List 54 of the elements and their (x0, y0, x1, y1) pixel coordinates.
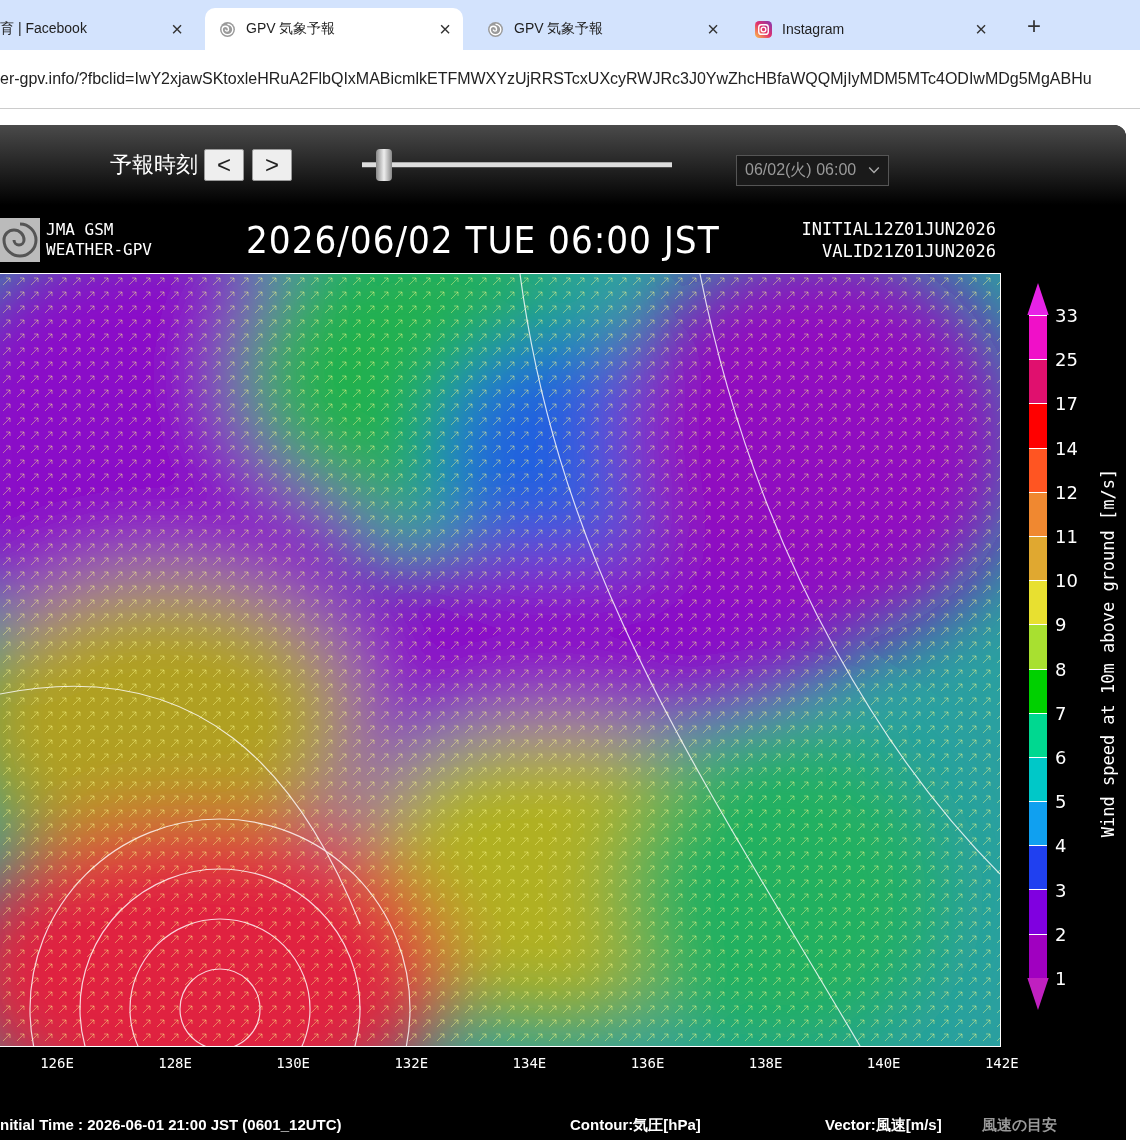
longitude-label: 134E (512, 1055, 547, 1071)
slider-thumb[interactable] (375, 149, 392, 181)
forecast-time-label: 予報時刻 (110, 151, 198, 179)
colorbar-tick-label: 4 (1055, 834, 1067, 856)
browser-tab[interactable]: GPV 気象予報 × (473, 8, 731, 50)
model-label: WEATHER-GPV (46, 240, 153, 260)
map-datetime: 2026/06/02 TUE 06:00 JST (246, 218, 721, 262)
longitude-label: 142E (984, 1055, 1019, 1071)
colorbar-tick-label: 25 (1055, 348, 1078, 370)
longitude-label: 132E (394, 1055, 429, 1071)
browser-tab[interactable]: Instagram × (741, 8, 999, 50)
swirl-icon (487, 20, 504, 38)
vector-legend: Vector:風速[m/s] (825, 1116, 942, 1135)
initial-time-code: INITIAL12Z01JUN2026 (801, 218, 996, 240)
colorbar-tick-label: 8 (1055, 658, 1067, 680)
colorbar-tick-label: 2 (1055, 923, 1067, 945)
previous-button[interactable]: < (204, 149, 244, 181)
longitude-label: 136E (630, 1055, 665, 1071)
contour-legend: Contour:気圧[hPa] (570, 1116, 701, 1135)
wind-guide-link[interactable]: 風速の目安 (982, 1116, 1057, 1135)
colorbar-tick-label: 14 (1055, 437, 1078, 459)
close-tab-button[interactable]: × (975, 17, 987, 41)
colorbar-tick-label: 17 (1055, 392, 1078, 414)
longitude-label: 126E (40, 1055, 74, 1071)
caret-icon (868, 166, 881, 174)
colorbar-tick-label: 9 (1055, 613, 1067, 635)
initial-time-text: nitial Time : 2026-06-01 21:00 JST (0601_12UTC) (0, 1116, 342, 1133)
colorbar-tick-label: 7 (1055, 702, 1067, 724)
colorbar-tick-label: 33 (1055, 304, 1078, 326)
colorbar-tick-label: 10 (1055, 569, 1078, 591)
swirl-icon (219, 20, 236, 38)
colorbar-tick-label: 3 (1055, 879, 1067, 901)
colorbar-title: Wind speed at 10m above ground [m/s] (1098, 468, 1118, 838)
new-tab-button[interactable]: + (1027, 12, 1041, 42)
swirl-logo-icon (0, 218, 40, 262)
time-select[interactable]: 06/02(火) 06:00 (736, 154, 890, 186)
longitude-label: 138E (748, 1055, 783, 1071)
browser-tab[interactable]: 育 | Facebook × (0, 8, 195, 50)
colorbar-tick-label: 1 (1055, 967, 1067, 989)
valid-time-code: VALID21Z01JUN2026 (822, 240, 996, 262)
model-label: JMA GSM (46, 220, 115, 240)
colorbar-tick-label: 11 (1055, 525, 1078, 547)
close-tab-button[interactable]: × (171, 17, 183, 41)
longitude-label: 130E (276, 1055, 311, 1071)
colorbar-tick-label: 6 (1055, 746, 1067, 768)
colorbar-tick-label: 12 (1055, 481, 1078, 503)
close-tab-button[interactable]: × (439, 17, 451, 41)
next-button[interactable]: > (252, 149, 292, 181)
browser-tab[interactable]: GPV 気象予報 × (205, 8, 463, 50)
longitude-label: 128E (158, 1055, 192, 1071)
longitude-label: 140E (866, 1055, 901, 1071)
close-tab-button[interactable]: × (707, 17, 719, 41)
colorbar-tick-label: 5 (1055, 790, 1067, 812)
camera-icon (755, 20, 772, 38)
